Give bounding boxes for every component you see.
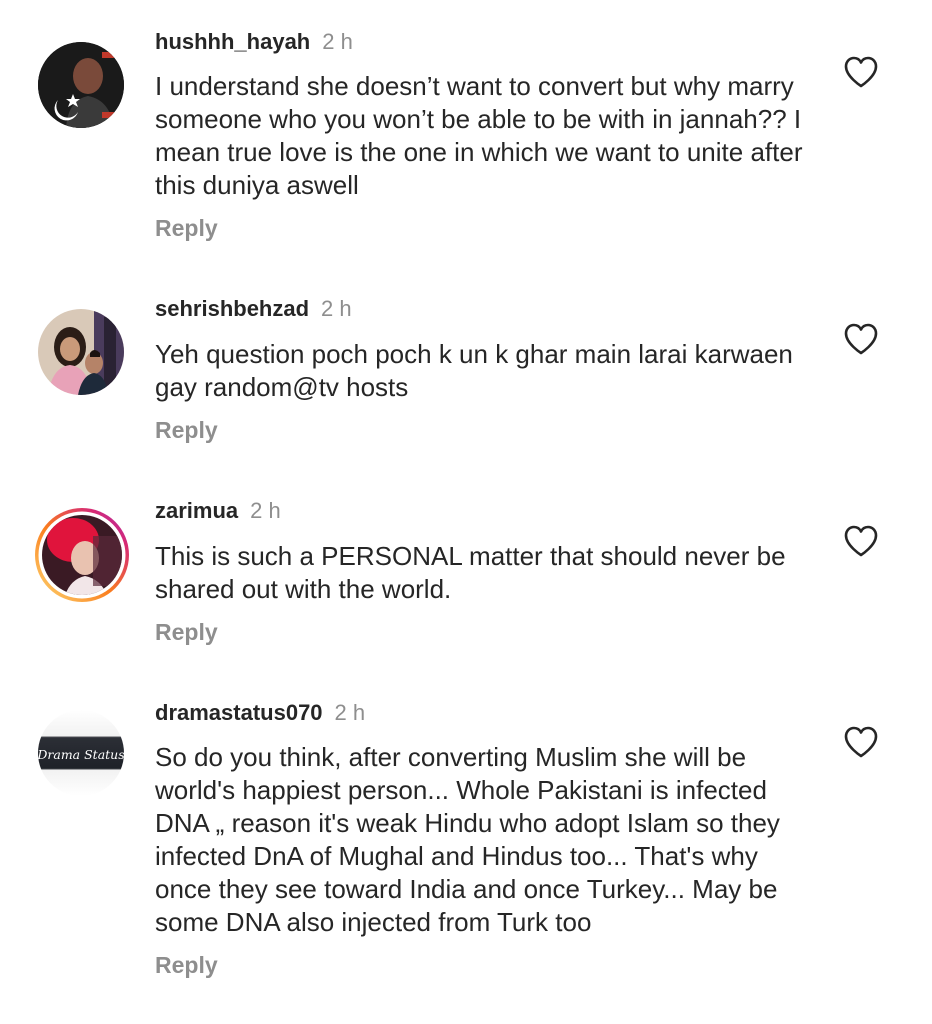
comment-item: hushhh_hayah 2 h I understand she doesn’t…: [0, 0, 932, 270]
username[interactable]: zarimua: [155, 498, 238, 523]
profile-photo-avatar-with-story-ring: [35, 508, 129, 602]
heart-outline-icon: [844, 525, 878, 557]
comment-text: This is such a PERSONAL matter that shou…: [155, 541, 786, 604]
comment-item: sehrishbehzad 2 h Yeh question poch poch …: [0, 270, 932, 475]
profile-photo-avatar: [38, 42, 124, 128]
avatar[interactable]: [38, 42, 124, 128]
comment-text: Yeh question poch poch k un k ghar main …: [155, 339, 793, 402]
avatar[interactable]: [38, 309, 124, 395]
heart-outline-icon: [844, 56, 878, 88]
profile-photo-avatar: [38, 309, 124, 395]
heart-outline-icon: [844, 726, 878, 758]
comment-item: Drama Status dramastatus070 2 h So do you…: [0, 680, 932, 1024]
timestamp: 2 h: [322, 29, 353, 54]
timestamp: 2 h: [334, 700, 366, 725]
heart-outline-icon: [844, 323, 878, 355]
like-button[interactable]: [843, 725, 879, 759]
profile-logo-avatar: Drama Status: [38, 710, 124, 796]
username[interactable]: dramastatus070: [155, 700, 323, 725]
reply-button[interactable]: Reply: [155, 214, 218, 242]
avatar[interactable]: Drama Status: [38, 710, 124, 796]
comment-text: I understand she doesn’t want to convert…: [155, 71, 803, 200]
like-button[interactable]: [843, 322, 879, 356]
timestamp: 2 h: [250, 498, 281, 523]
avatar[interactable]: [33, 506, 131, 604]
timestamp: 2 h: [321, 296, 352, 321]
username[interactable]: sehrishbehzad: [155, 296, 309, 321]
like-button[interactable]: [843, 55, 879, 89]
comment-item: zarimua 2 h This is such a PERSONAL matte…: [0, 475, 932, 680]
reply-button[interactable]: Reply: [155, 951, 218, 979]
comment-text: So do you think, after converting Muslim…: [155, 742, 780, 937]
like-button[interactable]: [843, 524, 879, 558]
reply-button[interactable]: Reply: [155, 618, 218, 646]
avatar-logo-text: Drama Status: [38, 747, 124, 762]
reply-button[interactable]: Reply: [155, 416, 218, 444]
username[interactable]: hushhh_hayah: [155, 29, 310, 54]
